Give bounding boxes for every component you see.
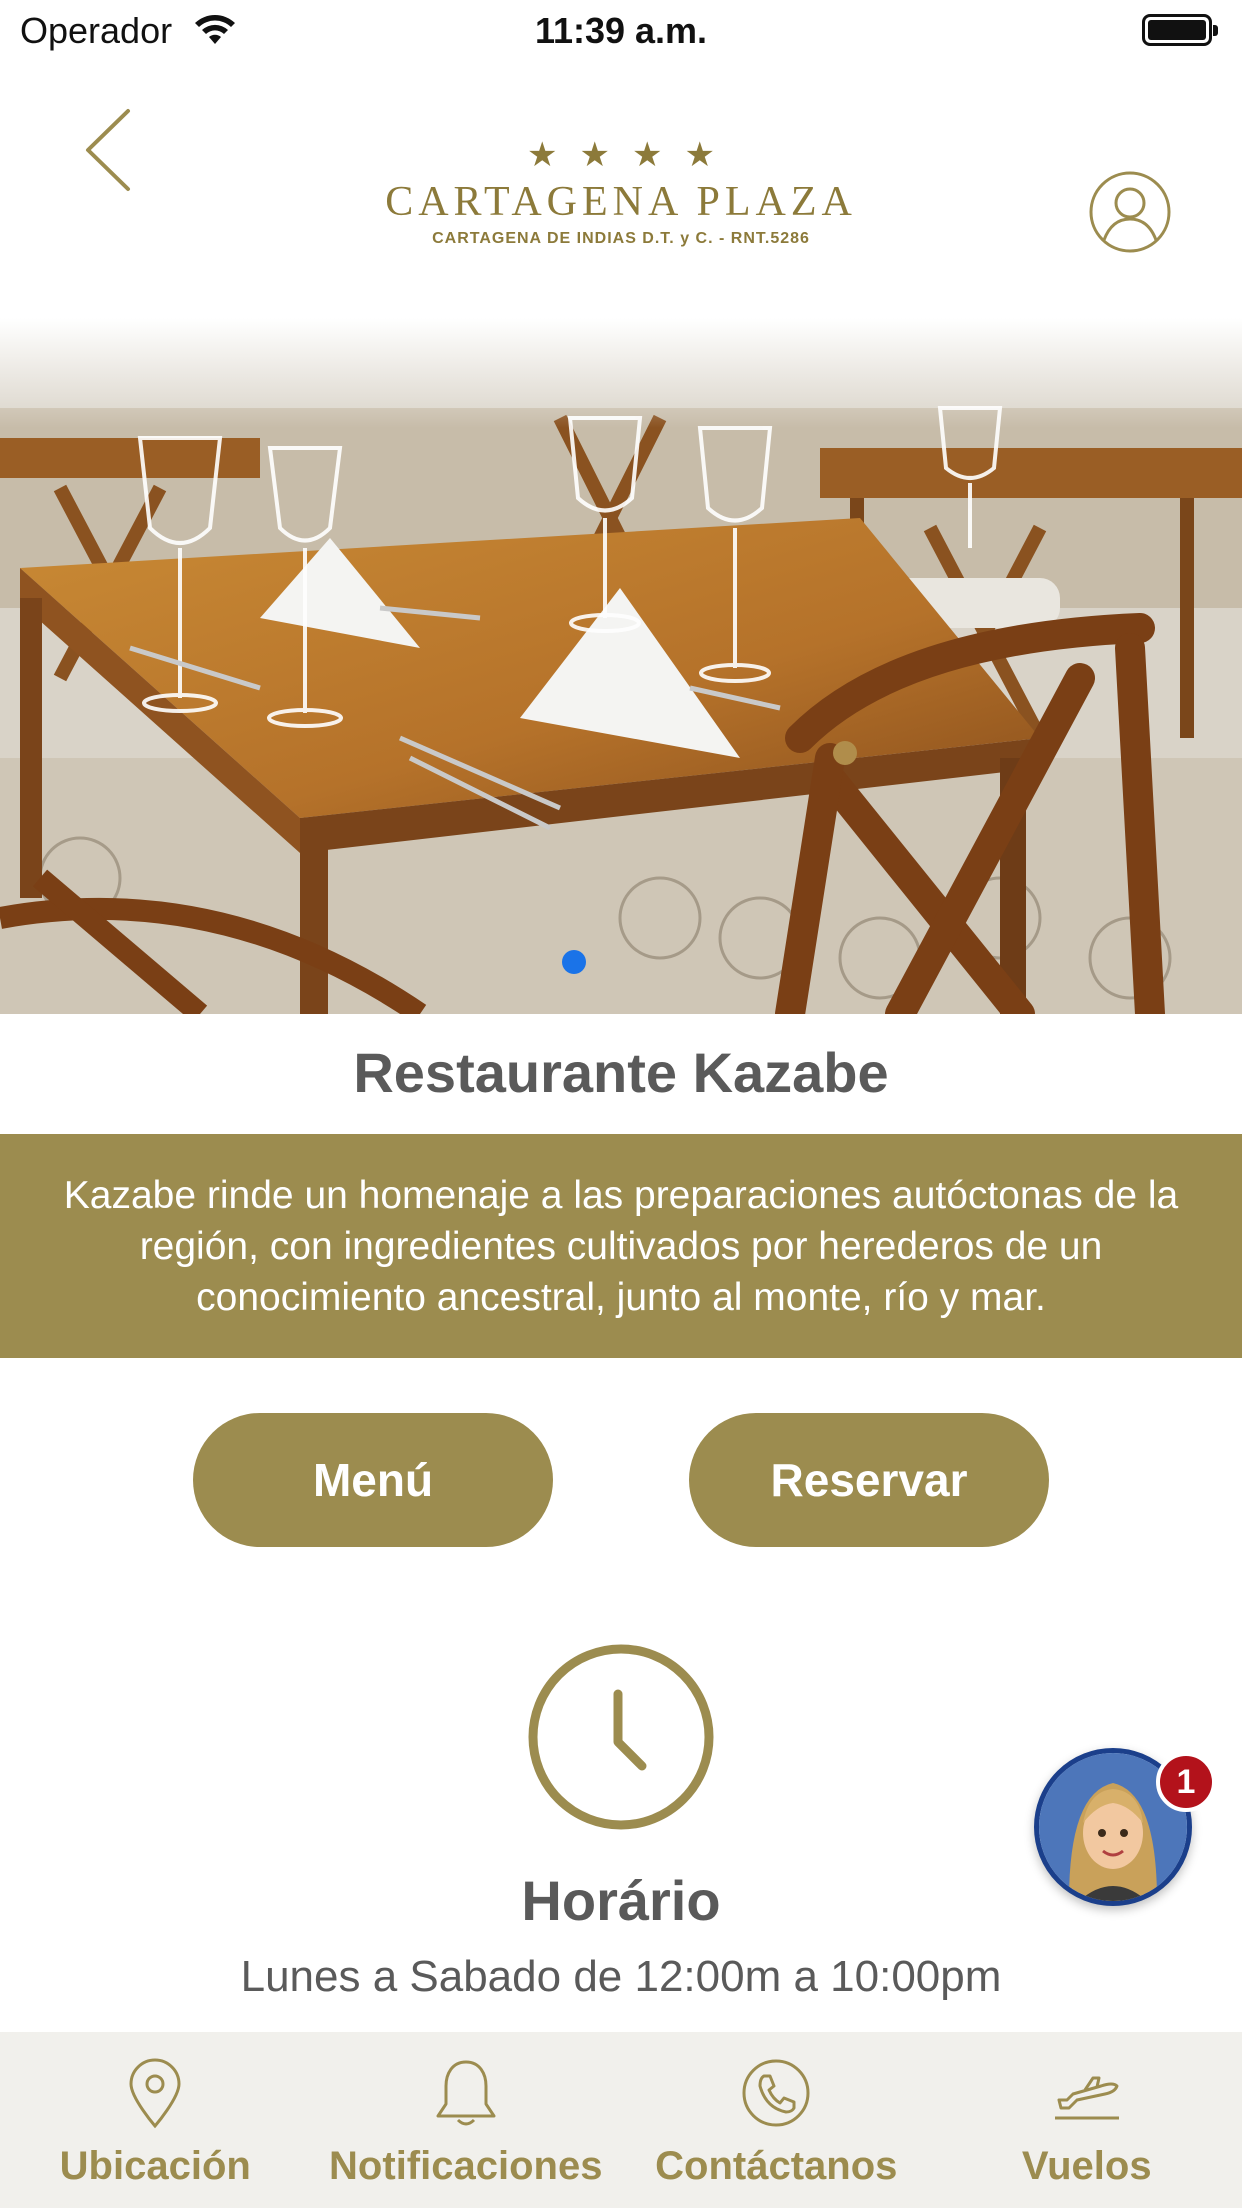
user-icon: [1089, 171, 1171, 253]
hotel-logo: ★★★★ CARTAGENA PLAZA CARTAGENA DE INDIAS…: [0, 138, 1242, 248]
location-pin-icon: [129, 2058, 181, 2129]
nav-label: Ubicación: [59, 2144, 251, 2188]
nav-label: Contáctanos: [655, 2144, 898, 2188]
restaurant-title: Restaurante Kazabe: [353, 1041, 889, 1104]
battery-icon: [1142, 14, 1218, 46]
bell-icon: [436, 2060, 496, 2126]
airplane-icon: [1054, 2076, 1119, 2120]
status-bar: Operador 11:39 a.m.: [0, 0, 1242, 64]
menu-button[interactable]: Menú: [193, 1413, 553, 1547]
nav-label: Notificaciones: [329, 2144, 603, 2188]
status-time: 11:39 a.m.: [534, 10, 708, 51]
nav-label: Vuelos: [1021, 2144, 1152, 2188]
nav-item-vuelos[interactable]: Vuelos: [932, 2032, 1242, 2208]
carousel-page-indicator[interactable]: [562, 950, 586, 974]
bottom-navigation: Ubicación Notificaciones Contáctanos Vue…: [0, 2032, 1242, 2208]
nav-item-ubicacion[interactable]: Ubicación: [0, 2032, 311, 2208]
profile-button[interactable]: [1088, 170, 1172, 254]
description-band: Kazabe rinde un homenaje a las preparaci…: [0, 1134, 1242, 1358]
nav-item-notificaciones[interactable]: Notificaciones: [311, 2032, 622, 2208]
logo-name: CARTAGENA PLAZA: [385, 179, 857, 225]
reserve-button[interactable]: Reservar: [689, 1413, 1049, 1547]
notification-badge: 1: [1156, 1752, 1216, 1812]
schedule-hours: Lunes a Sabado de 12:00m a 10:00pm: [240, 1952, 1002, 2001]
clock-icon: [528, 1644, 714, 1830]
phone-icon: [742, 2059, 810, 2127]
restaurant-description: Kazabe rinde un homenaje a las preparaci…: [63, 1173, 1179, 1319]
logo-stars: ★★★★: [527, 136, 737, 174]
logo-subtitle: CARTAGENA DE INDIAS D.T. y C. - RNT.5286: [432, 230, 810, 247]
nav-item-contactanos[interactable]: Contáctanos: [621, 2032, 932, 2208]
hero-image[interactable]: [0, 318, 1242, 1014]
